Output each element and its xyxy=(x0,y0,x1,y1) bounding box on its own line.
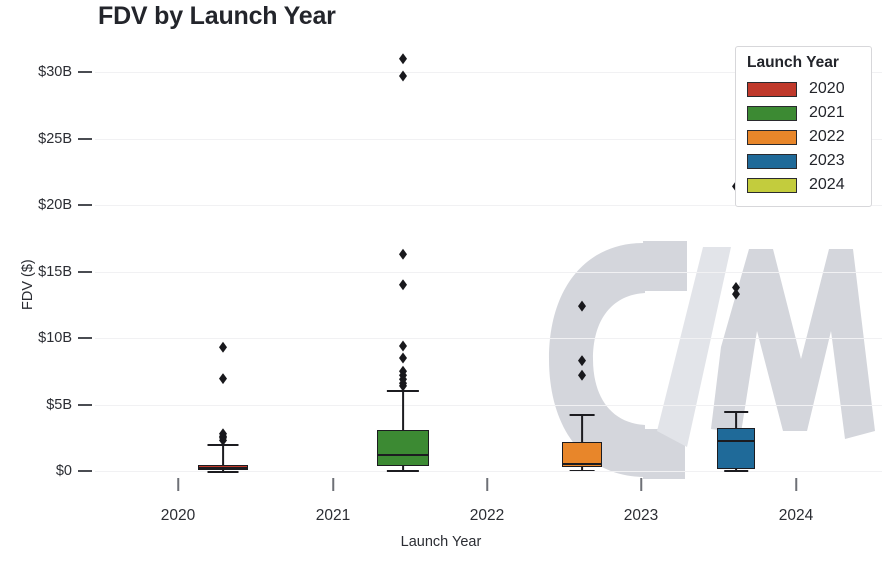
x-axis-label: Launch Year xyxy=(400,534,482,550)
y-axis-tick-label: $0 xyxy=(55,463,72,479)
whisker-cap-lower xyxy=(386,470,420,473)
legend-item-label: 2021 xyxy=(809,104,845,121)
outlier-point[interactable] xyxy=(578,300,586,312)
x-axis-tick-label: 2020 xyxy=(160,507,196,524)
y-axis-tick-mark xyxy=(78,137,92,140)
whisker-cap-lower xyxy=(569,469,595,472)
legend-swatch-icon xyxy=(747,129,797,145)
outlier-point[interactable] xyxy=(732,281,740,293)
outlier-point[interactable] xyxy=(399,53,407,65)
median-line xyxy=(377,453,429,456)
legend-item-2024[interactable]: 2024 xyxy=(747,173,861,197)
y-axis-tick-label: $20B xyxy=(38,197,72,213)
gridline xyxy=(95,404,882,406)
outlier-point[interactable] xyxy=(399,279,407,291)
x-axis-tick-label: 2024 xyxy=(778,507,814,524)
legend-item-2021[interactable]: 2021 xyxy=(747,101,861,125)
y-axis-tick-mark xyxy=(78,270,92,273)
x-axis-tick-mark xyxy=(640,478,642,491)
x-axis-tick-mark xyxy=(177,478,179,491)
y-axis-tick-label: $5B xyxy=(46,396,72,413)
x-axis-tick-mark xyxy=(332,478,334,491)
whisker-cap-upper xyxy=(569,413,595,416)
outlier-point[interactable] xyxy=(219,373,227,385)
box-body[interactable] xyxy=(717,428,755,469)
x-axis-tick-mark xyxy=(486,478,488,491)
whisker-upper xyxy=(222,444,224,465)
legend-item-2020[interactable]: 2020 xyxy=(747,77,861,101)
whisker-upper xyxy=(402,389,404,430)
whisker-cap-lower xyxy=(724,470,748,473)
y-axis-tick-label: $25B xyxy=(38,130,72,147)
outlier-point[interactable] xyxy=(399,352,407,364)
outlier-point[interactable] xyxy=(578,355,586,367)
legend-item-label: 2024 xyxy=(809,176,845,193)
chart-figure: FDV by Launch Year $0 $5B $10B $15B $20B $25B… xyxy=(0,0,882,561)
legend-item-label: 2023 xyxy=(809,152,845,169)
x-axis-tick-label: 2021 xyxy=(315,507,351,524)
y-axis-tick-mark xyxy=(78,337,92,339)
legend-item-2023[interactable]: 2023 xyxy=(747,149,861,173)
y-axis-tick-label: $10B xyxy=(38,330,72,346)
legend-swatch-icon xyxy=(747,153,797,169)
y-axis-tick-mark xyxy=(78,470,92,472)
whisker-cap-lower xyxy=(207,471,239,473)
chart-title: FDV by Launch Year xyxy=(98,2,336,30)
legend-item-label: 2020 xyxy=(809,80,845,97)
legend-swatch-icon xyxy=(747,81,797,97)
outlier-point[interactable] xyxy=(399,340,407,352)
legend-rows: 2020 2021 2022 2023 2024 xyxy=(747,77,861,197)
legend-title: Launch Year xyxy=(747,54,839,71)
legend-swatch-icon xyxy=(747,177,797,193)
whisker-upper xyxy=(735,411,737,429)
whisker-cap-upper xyxy=(724,411,748,413)
y-axis-tick-mark xyxy=(78,403,92,406)
chart-legend: Launch Year 2020 2021 2022 2023 2024 xyxy=(735,46,872,207)
median-line xyxy=(198,467,248,469)
median-line xyxy=(717,440,755,443)
y-axis-label: FDV ($) xyxy=(20,259,36,310)
outlier-point[interactable] xyxy=(578,369,586,381)
outlier-point[interactable] xyxy=(219,341,227,353)
y-axis-tick-mark xyxy=(78,204,92,206)
legend-swatch-icon xyxy=(747,105,797,121)
gridline xyxy=(95,338,882,339)
y-axis-tick-label: $15B xyxy=(38,263,72,280)
x-axis-tick-label: 2022 xyxy=(469,507,505,524)
y-axis-tick-mark xyxy=(78,71,92,73)
y-axis-tick-label: $30B xyxy=(38,64,72,80)
whisker-upper xyxy=(581,413,583,442)
legend-item-2022[interactable]: 2022 xyxy=(747,125,861,149)
legend-item-label: 2022 xyxy=(809,128,845,145)
gridline xyxy=(95,271,882,273)
outlier-point[interactable] xyxy=(399,248,407,260)
box-body[interactable] xyxy=(377,429,429,466)
x-axis-tick-label: 2023 xyxy=(623,507,659,524)
median-line xyxy=(562,463,602,465)
x-axis-tick-mark xyxy=(795,478,797,491)
